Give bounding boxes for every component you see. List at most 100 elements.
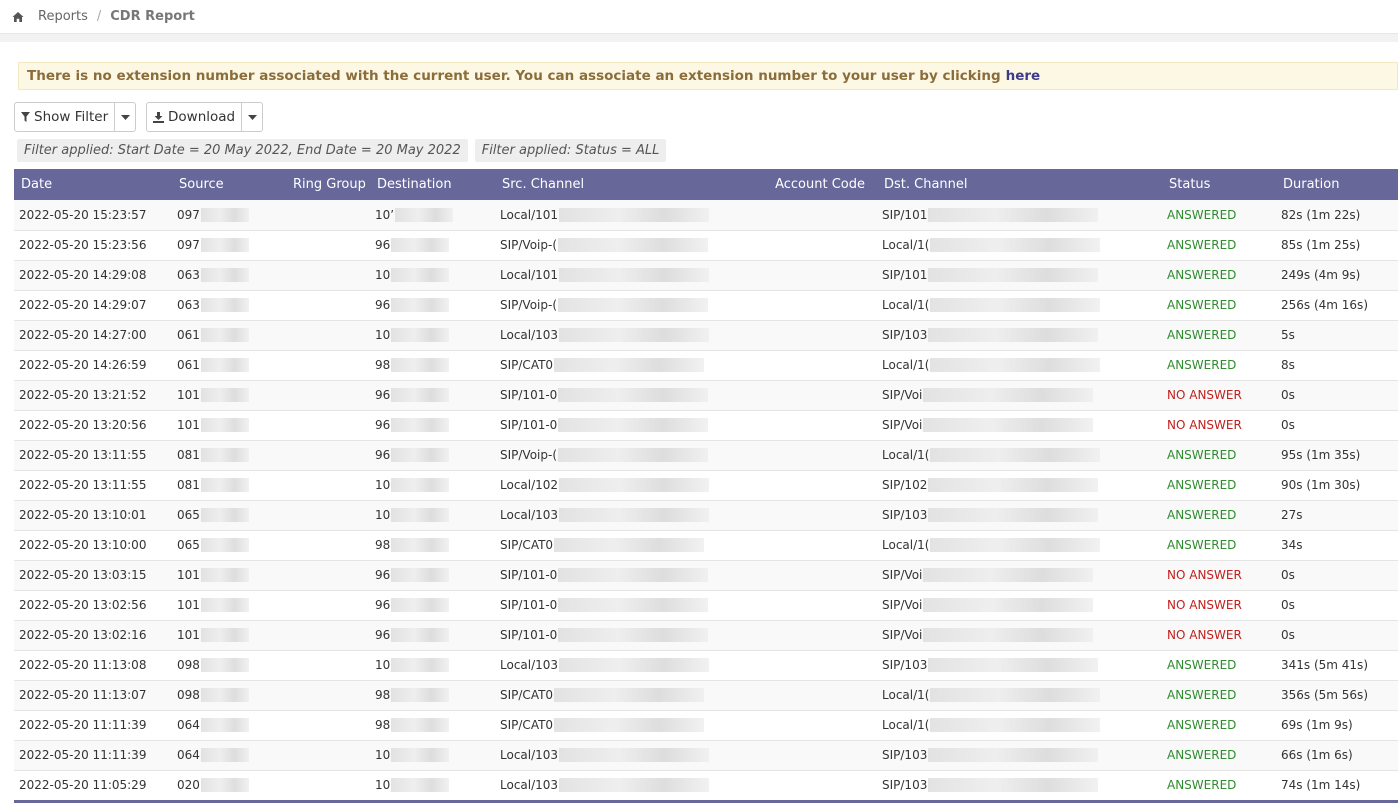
- cell-destination: 98: [370, 710, 495, 740]
- table-row[interactable]: 2022-05-20 14:29:07 063 96 SIP/Voip-(Local/…: [14, 290, 1398, 320]
- cell-date-text: 2022-05-20 14:29:07: [19, 298, 147, 312]
- cell-destination-text: 98: [375, 687, 391, 702]
- table-row[interactable]: 2022-05-20 13:11:55 081 10 Local/102 SIP/102…: [14, 470, 1398, 500]
- cell-status-text: ANSWERED: [1167, 478, 1237, 492]
- cell-dst-channel-text: SIP/101: [882, 267, 928, 282]
- redacted-blur: [395, 208, 454, 222]
- cell-src-channel-text: Local/101: [500, 267, 559, 282]
- cell-duration: 0s: [1276, 620, 1398, 650]
- download-dropdown[interactable]: [242, 103, 262, 131]
- table-row[interactable]: 2022-05-20 15:23:56 097 96 SIP/Voip-(Local/…: [14, 230, 1398, 260]
- cell-account-code: [768, 530, 877, 560]
- breadcrumb-reports[interactable]: Reports: [38, 9, 88, 24]
- redacted-blur: [200, 478, 249, 493]
- table-row[interactable]: 2022-05-20 13:11:55 081 96 SIP/Voip-(Local/…: [14, 440, 1398, 470]
- table-row[interactable]: 2022-05-20 13:02:56 101 96 SIP/101-0 SIP/Voi…: [14, 590, 1398, 620]
- col-destination[interactable]: Destination: [370, 169, 495, 200]
- col-date[interactable]: Date: [14, 169, 172, 200]
- cell-destination: 10: [370, 320, 495, 350]
- redacted-blur: [923, 628, 1094, 643]
- cell-duration: 0s: [1276, 560, 1398, 590]
- cdr-table: Date Source Ring Group Destination Src. …: [14, 169, 1398, 801]
- col-duration[interactable]: Duration: [1276, 169, 1398, 200]
- cell-status: ANSWERED: [1162, 350, 1276, 380]
- table-row[interactable]: 2022-05-20 13:21:52 101 96 SIP/101-0 SIP/Voi…: [14, 380, 1398, 410]
- table-row[interactable]: 2022-05-20 14:29:08 063 10 Local/101 SIP/101…: [14, 260, 1398, 290]
- cell-duration-text: 341s (5m 41s): [1281, 658, 1368, 672]
- cell-duration: 69s (1m 9s): [1276, 710, 1398, 740]
- cell-status-text: ANSWERED: [1167, 658, 1237, 672]
- cell-date: 2022-05-20 11:13:07: [14, 680, 172, 710]
- cell-source-text: 081: [177, 477, 200, 492]
- cell-status-text: ANSWERED: [1167, 538, 1237, 552]
- applied-filters: Filter applied: Start Date = 20 May 2022…: [17, 139, 667, 162]
- table-row[interactable]: 2022-05-20 13:20:56 101 96 SIP/101-0 SIP/Voi…: [14, 410, 1398, 440]
- redacted-blur: [559, 478, 710, 493]
- cell-source-text: 065: [177, 507, 200, 522]
- table-row[interactable]: 2022-05-20 14:26:59 061 98 SIP/CAT0 Local/1(…: [14, 350, 1398, 380]
- table-row[interactable]: 2022-05-20 13:02:16 101 96 SIP/101-0 SIP/Voi…: [14, 620, 1398, 650]
- cell-src-channel-text: Local/103: [500, 747, 559, 762]
- cell-account-code: [768, 320, 877, 350]
- cell-date: 2022-05-20 13:10:01: [14, 500, 172, 530]
- col-source[interactable]: Source: [172, 169, 286, 200]
- table-row[interactable]: 2022-05-20 13:03:15 101 96 SIP/101-0 SIP/Voi…: [14, 560, 1398, 590]
- redacted-blur: [923, 598, 1094, 613]
- redacted-blur: [391, 268, 450, 283]
- cell-src-channel: Local/103: [495, 650, 768, 680]
- cell-account-code: [768, 560, 877, 590]
- cell-status: ANSWERED: [1162, 260, 1276, 290]
- table-row[interactable]: 2022-05-20 11:05:29 020 10 Local/103 SIP/103…: [14, 770, 1398, 800]
- cell-ring-group: [286, 410, 370, 440]
- download-button[interactable]: Download: [147, 103, 243, 131]
- cell-duration-text: 5s: [1281, 328, 1295, 342]
- col-ring-group[interactable]: Ring Group: [286, 169, 370, 200]
- cell-status: ANSWERED: [1162, 650, 1276, 680]
- redacted-blur: [391, 298, 450, 313]
- cell-duration: 74s (1m 14s): [1276, 770, 1398, 800]
- cell-dst-channel: SIP/103: [877, 650, 1162, 680]
- cell-destination: 10: [370, 740, 495, 770]
- cell-source: 101: [172, 560, 286, 590]
- table-row[interactable]: 2022-05-20 15:23:57 097 10’ Local/101 SIP/10…: [14, 200, 1398, 230]
- col-src-channel[interactable]: Src. Channel: [495, 169, 768, 200]
- cell-account-code: [768, 740, 877, 770]
- cell-dst-channel-text: SIP/Voi: [882, 567, 923, 582]
- show-filter-dropdown[interactable]: [115, 103, 135, 131]
- redacted-blur: [391, 748, 450, 763]
- redacted-blur: [391, 598, 450, 613]
- cell-status: NO ANSWER: [1162, 590, 1276, 620]
- cell-ring-group: [286, 500, 370, 530]
- redacted-blur: [928, 328, 1099, 343]
- col-dst-channel[interactable]: Dst. Channel: [877, 169, 1162, 200]
- col-account-code[interactable]: Account Code: [768, 169, 877, 200]
- table-row[interactable]: 2022-05-20 11:11:39 064 98 SIP/CAT0 Local/1(…: [14, 710, 1398, 740]
- cell-src-channel-text: SIP/Voip-(: [500, 237, 558, 252]
- cell-duration-text: 256s (4m 16s): [1281, 298, 1368, 312]
- table-row[interactable]: 2022-05-20 11:11:39 064 10 Local/103 SIP/103…: [14, 740, 1398, 770]
- cell-source-text: 020: [177, 777, 200, 792]
- cell-dst-channel-text: SIP/101: [882, 207, 928, 222]
- cell-ring-group: [286, 350, 370, 380]
- table-row[interactable]: 2022-05-20 13:10:01 065 10 Local/103 SIP/103…: [14, 500, 1398, 530]
- cell-account-code: [768, 230, 877, 260]
- table-row[interactable]: 2022-05-20 11:13:07 098 98 SIP/CAT0 Local/1(…: [14, 680, 1398, 710]
- cell-duration: 85s (1m 25s): [1276, 230, 1398, 260]
- table-row[interactable]: 2022-05-20 13:10:00 065 98 SIP/CAT0 Local/1(…: [14, 530, 1398, 560]
- home-icon[interactable]: [12, 10, 25, 23]
- col-status[interactable]: Status: [1162, 169, 1276, 200]
- redacted-blur: [923, 388, 1094, 403]
- show-filter-button[interactable]: Show Filter: [15, 103, 116, 131]
- cell-date-text: 2022-05-20 15:23:56: [19, 238, 147, 252]
- table-row[interactable]: 2022-05-20 11:13:08 098 10 Local/103 SIP/103…: [14, 650, 1398, 680]
- cell-ring-group: [286, 770, 370, 800]
- redacted-blur: [558, 448, 709, 463]
- cell-date: 2022-05-20 13:11:55: [14, 440, 172, 470]
- cell-src-channel-text: Local/103: [500, 327, 559, 342]
- cell-duration-text: 27s: [1281, 508, 1303, 522]
- alert-link[interactable]: here: [1006, 68, 1041, 84]
- cell-src-channel: SIP/101-0: [495, 590, 768, 620]
- cell-destination-text: 10: [375, 747, 391, 762]
- cell-duration: 356s (5m 56s): [1276, 680, 1398, 710]
- table-row[interactable]: 2022-05-20 14:27:00 061 10 Local/103 SIP/103…: [14, 320, 1398, 350]
